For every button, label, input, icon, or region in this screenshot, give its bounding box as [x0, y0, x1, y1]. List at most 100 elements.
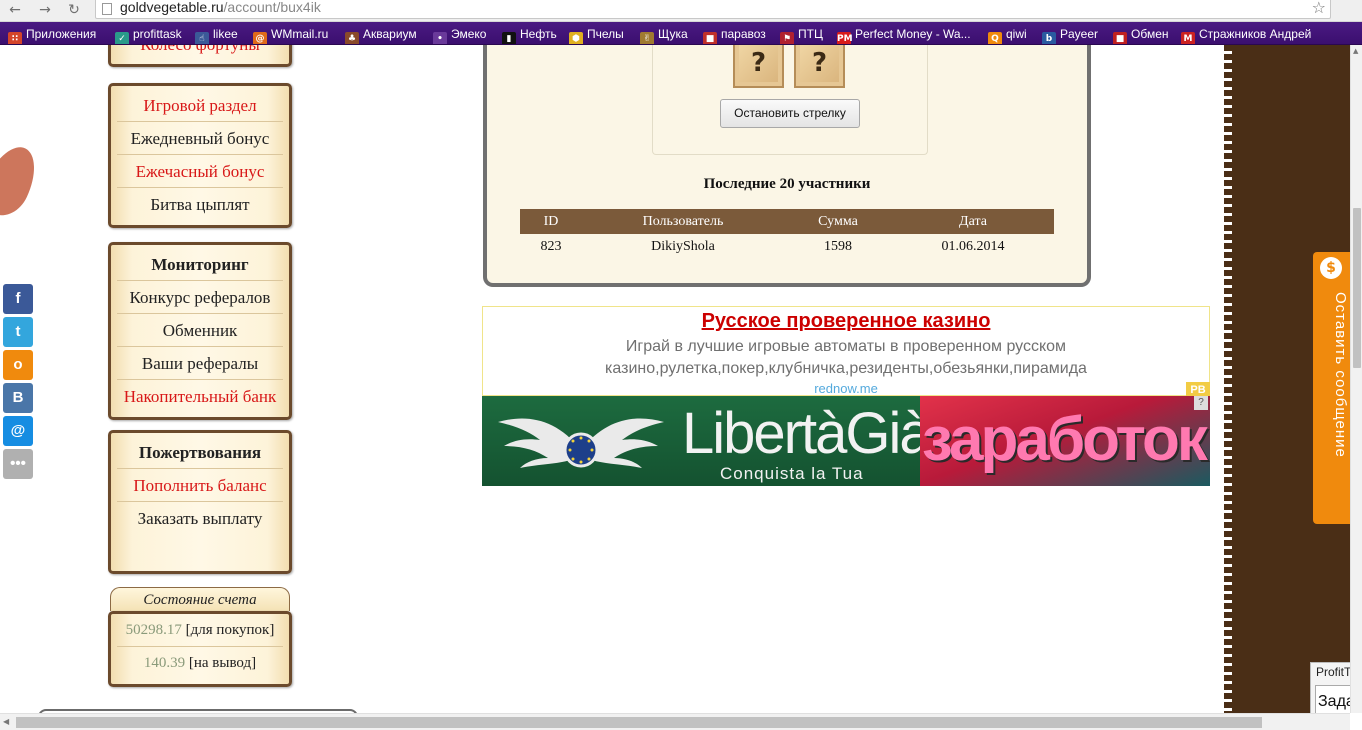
url-text: goldvegetable.ru/account/bux4ik	[120, 0, 321, 15]
bookmark-payeer[interactable]: b Payeer	[1042, 25, 1098, 44]
perfect-money-icon: PM	[837, 32, 853, 44]
bookmark-star-icon[interactable]: ☆	[1312, 0, 1326, 17]
url-domain: goldvegetable.ru	[120, 0, 224, 15]
ad-domain-link[interactable]: rednow.me	[483, 381, 1209, 396]
address-bar[interactable]: goldvegetable.ru/account/bux4ik ☆	[95, 0, 1331, 19]
bookmark-locomotive[interactable]: ■ паравоз	[703, 25, 766, 44]
ad-title-link[interactable]: Русское проверенное казино	[483, 310, 1209, 333]
bookmark-perfect-money[interactable]: PM Perfect Money - Wa...	[837, 25, 971, 44]
mystery-crate-2: ?	[794, 45, 845, 88]
forward-arrow-icon[interactable]: →	[34, 1, 56, 19]
bookmark-label: Обмен	[1131, 27, 1169, 41]
bookmark-label: Щука	[658, 27, 688, 41]
column-header-date: Дата	[892, 209, 1054, 234]
facebook-icon[interactable]: f	[3, 284, 33, 314]
menu-item-wheel-of-fortune[interactable]: Колесо фортуны	[117, 45, 283, 61]
bookmark-label: Эмеко	[451, 27, 487, 41]
mail-m-icon: M	[1181, 32, 1195, 44]
balance-withdraw-row: 140.39 [на вывод]	[117, 647, 283, 680]
menu-item-hourly-bonus[interactable]: Ежечасный бонус	[117, 155, 283, 188]
bookmark-ptc[interactable]: ⚑ ПТЦ	[780, 25, 823, 44]
participants-table: ID Пользователь Сумма Дата 823 DikiyShol…	[520, 209, 1054, 259]
menu-item-exchanger[interactable]: Обменник	[117, 314, 283, 347]
bookmark-emeko[interactable]: • Эмеко	[433, 25, 487, 44]
reload-icon[interactable]: ↻	[63, 1, 85, 19]
bookmark-label: Нефть	[520, 27, 557, 41]
ptc-icon: ⚑	[780, 32, 794, 44]
banner-earnings-text: заработок	[922, 405, 1208, 474]
vertical-scroll-thumb[interactable]	[1353, 208, 1361, 368]
twitter-icon[interactable]: t	[3, 317, 33, 347]
horizontal-scrollbar[interactable]: ◀	[0, 713, 1350, 730]
bookmark-label: Аквариум	[363, 27, 417, 41]
mystery-crate-1: ?	[733, 45, 784, 88]
menu-item-chicken-battle[interactable]: Битва цыплят	[117, 188, 283, 221]
payeer-icon: b	[1042, 32, 1056, 44]
column-header-amount: Сумма	[784, 209, 892, 234]
feedback-label: Оставить сообщение	[1332, 292, 1349, 458]
banner-info-icon[interactable]: ?	[1194, 396, 1208, 410]
cell-id: 823	[540, 238, 562, 254]
libertagia-banner[interactable]: LibertàGià Conquista la Tua заработок ?	[482, 396, 1210, 486]
account-state-title: Состояние счета	[110, 587, 290, 611]
menu-box-donations: Пожертвования Пополнить баланс Заказать …	[108, 430, 292, 574]
qiwi-icon: Q	[988, 32, 1002, 44]
menu-item-order-payout[interactable]: Заказать выплату	[117, 502, 283, 535]
bookmark-profittask[interactable]: ✓ profittask	[115, 25, 182, 44]
bookmark-mail-m[interactable]: M Стражников Андрей	[1181, 25, 1311, 44]
menu-item-your-referrals[interactable]: Ваши рефералы	[117, 347, 283, 380]
casino-ad[interactable]: Русское проверенное казино Играй в лучши…	[482, 306, 1210, 398]
banner-tagline: Conquista la Tua	[720, 464, 864, 483]
balance-purchase-amount: 50298.17	[125, 622, 182, 638]
bookmark-exchange[interactable]: ■ Обмен	[1113, 25, 1169, 44]
balance-withdraw-amount: 140.39	[143, 655, 186, 671]
table-header-row: ID Пользователь Сумма Дата	[520, 209, 1054, 234]
menu-item-top-up-balance[interactable]: Пополнить баланс	[117, 469, 283, 502]
bookmark-label: profittask	[133, 27, 182, 41]
exchange-icon: ■	[1113, 32, 1127, 44]
bookmark-bee[interactable]: ⬢ Пчелы	[569, 25, 624, 44]
wheel-box: ? ? Остановить стрелку	[652, 45, 928, 155]
back-arrow-icon[interactable]: ←	[4, 1, 26, 19]
bookmark-apps-grid[interactable]: ∷ Приложения	[8, 25, 97, 44]
wmmail-icon: @	[253, 32, 267, 44]
bookmark-thumbs-up[interactable]: ☝ likee	[195, 25, 238, 44]
mailru-icon[interactable]: @	[3, 416, 33, 446]
horizontal-scroll-thumb[interactable]	[16, 717, 1262, 728]
bookmark-label: ПТЦ	[798, 27, 823, 41]
more-share-icon[interactable]: •••	[3, 449, 33, 479]
feedback-tab[interactable]: $ Оставить сообщение	[1313, 252, 1350, 524]
cell-date: 01.06.2014	[941, 238, 1005, 254]
vkontakte-icon[interactable]: B	[3, 383, 33, 413]
menu-heading-donations: Пожертвования	[117, 436, 283, 469]
pike-icon: ✌	[640, 32, 654, 44]
menu-item-referral-contest[interactable]: Конкурс рефералов	[117, 281, 283, 314]
bookmark-aquarium[interactable]: ♣ Аквариум	[345, 25, 417, 44]
menu-item-daily-bonus[interactable]: Ежедневный бонус	[117, 122, 283, 155]
bookmark-wmmail[interactable]: @ WMmail.ru	[253, 25, 328, 44]
scroll-up-arrow-icon[interactable]: ▲	[1353, 47, 1358, 55]
profittask-icon: ✓	[115, 32, 129, 44]
menu-item-savings-bank[interactable]: Накопительный банк	[117, 380, 283, 413]
oil-icon: ▮	[502, 32, 516, 44]
bookmark-oil[interactable]: ▮ Нефть	[502, 25, 557, 44]
bee-icon: ⬢	[569, 32, 583, 44]
stop-arrow-button[interactable]: Остановить стрелку	[720, 99, 860, 128]
address-row: ← → ↻ goldvegetable.ru/account/bux4ik ☆	[0, 0, 1362, 22]
bookmark-label: Пчелы	[587, 27, 624, 41]
balance-purchase-row: 50298.17 [для покупок]	[117, 614, 283, 647]
odnoklassniki-icon[interactable]: o	[3, 350, 33, 380]
balance-withdraw-label: [на вывод]	[188, 655, 257, 671]
bookmark-qiwi[interactable]: Qqiwi	[988, 25, 1027, 44]
cell-amount: 1598	[824, 238, 852, 254]
scroll-left-arrow-icon[interactable]: ◀	[3, 717, 9, 726]
decorative-leaf	[0, 139, 46, 223]
menu-item-game-section[interactable]: Игровой раздел	[117, 89, 283, 122]
feedback-chat-icon: $	[1320, 257, 1342, 279]
menu-heading-monitoring: Мониторинг	[117, 248, 283, 281]
bookmark-label: Приложения	[26, 27, 97, 41]
bookmarks-bar: ∷ Приложения ✓ profittask ☝ likee @ WMmail.ru ♣ А…	[0, 22, 1362, 45]
vertical-scrollbar[interactable]: ▲	[1350, 45, 1362, 713]
bookmark-pike[interactable]: ✌ Щука	[640, 25, 688, 44]
game-panel: ? ? Остановить стрелку Последние 20 учас…	[483, 45, 1091, 287]
